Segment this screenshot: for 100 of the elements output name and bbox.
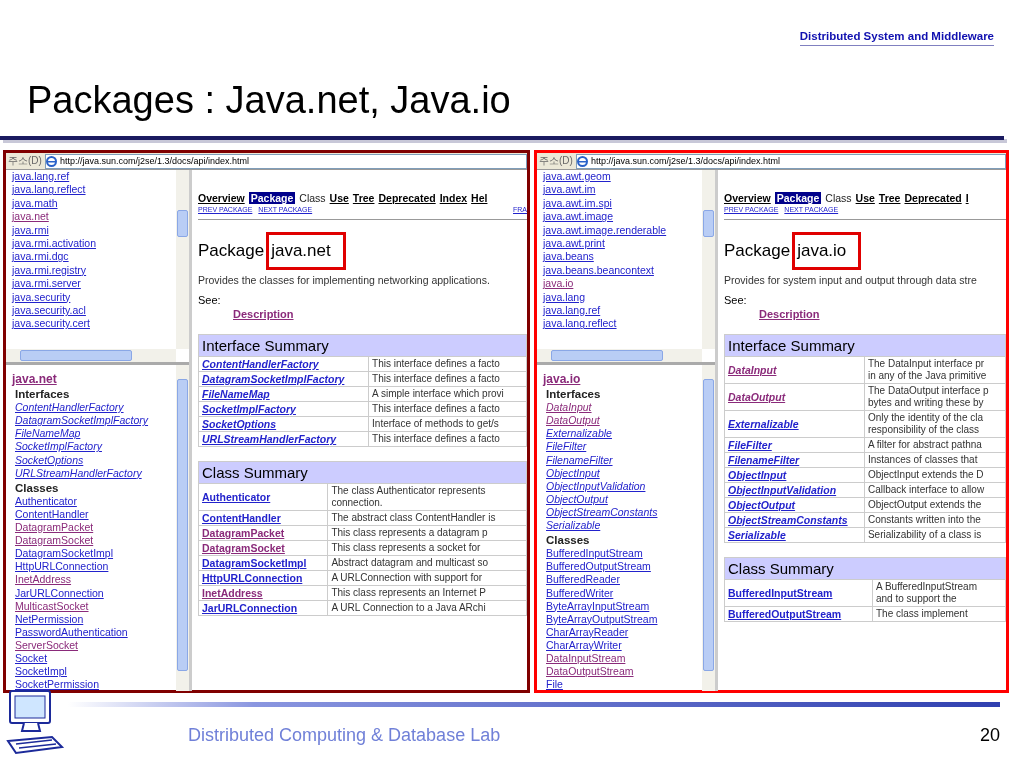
package-link[interactable]: java.security.cert: [12, 317, 90, 331]
class-link[interactable]: BufferedReader: [546, 573, 620, 587]
interface-link[interactable]: SocketImplFactory: [15, 440, 102, 454]
interface-link[interactable]: FileNameMap: [15, 427, 81, 441]
interface-link[interactable]: FilenameFilter: [546, 453, 613, 467]
section-label: Classes: [15, 481, 59, 495]
package-link[interactable]: java.rmi.registry: [12, 263, 87, 278]
class-link[interactable]: DatagramSocketImpl: [15, 547, 114, 561]
address-label: 주소(D): [8, 154, 42, 168]
package-link[interactable]: java.net: [12, 210, 49, 224]
class-link[interactable]: SocketPermission: [15, 678, 100, 691]
package-link[interactable]: java.awt.im: [543, 183, 596, 197]
interface-link[interactable]: ObjectInput: [546, 466, 600, 480]
package-title-link[interactable]: java.io: [543, 373, 581, 387]
class-link[interactable]: DataInputStream: [546, 651, 626, 666]
interface-link[interactable]: DataInput: [546, 401, 592, 415]
class-link[interactable]: Socket: [15, 651, 48, 666]
interface-link[interactable]: Externalizable: [546, 427, 612, 441]
class-link[interactable]: CharArrayReader: [546, 625, 629, 639]
package-link[interactable]: java.awt.print: [543, 237, 605, 251]
package-link[interactable]: java.lang.ref: [12, 170, 70, 184]
class-link[interactable]: HttpURLConnection: [15, 560, 109, 574]
class-link[interactable]: BufferedOutputStream: [546, 560, 651, 574]
package-link[interactable]: java.rmi: [12, 223, 49, 238]
class-link[interactable]: InetAddress: [15, 573, 72, 587]
interface-link[interactable]: ObjectOutput: [546, 492, 608, 506]
nav-link[interactable]: Use: [329, 192, 349, 204]
nav-link[interactable]: Hel: [471, 192, 488, 204]
description-link[interactable]: Description: [759, 308, 820, 320]
class-link[interactable]: BufferedInputStream: [546, 547, 643, 561]
package-title-link[interactable]: java.net: [12, 373, 57, 387]
class-link[interactable]: MulticastSocket: [15, 599, 89, 613]
package-link[interactable]: java.awt.im.spi: [543, 196, 612, 211]
nav-link[interactable]: Deprecated: [378, 192, 436, 204]
package-link[interactable]: java.lang.ref: [543, 304, 601, 318]
interface-link[interactable]: DataOutput: [728, 391, 786, 403]
interface-link[interactable]: ObjectStreamConstants: [546, 505, 658, 520]
nav-link[interactable]: Deprecated: [904, 192, 962, 204]
nav-link[interactable]: I: [965, 192, 969, 204]
class-link[interactable]: File: [546, 678, 563, 691]
address-field[interactable]: http://java.sun.com/j2se/1.3/docs/api/index.html: [575, 153, 1006, 169]
interface-link[interactable]: DataOutput: [546, 414, 600, 428]
nav-link[interactable]: Overview: [198, 192, 245, 204]
class-link[interactable]: SocketImpl: [15, 665, 67, 679]
scrollbar[interactable]: [702, 365, 715, 691]
package-link[interactable]: java.awt.image.renderable: [543, 223, 667, 238]
table-cell: The class Authenticator represents connection.: [327, 483, 527, 511]
package-link[interactable]: java.math: [12, 196, 58, 211]
nav-link[interactable]: Tree: [352, 192, 375, 204]
nav-link[interactable]: Index: [439, 192, 468, 204]
package-link[interactable]: java.lang.reflect: [12, 183, 86, 197]
nav-text: Class: [299, 192, 326, 204]
package-link[interactable]: java.lang: [543, 290, 586, 305]
class-link[interactable]: DataOutputStream: [546, 665, 634, 679]
interface-link[interactable]: SocketOptions: [15, 453, 84, 467]
class-link[interactable]: ByteArrayOutputStream: [546, 612, 658, 626]
nav-tab[interactable]: Package: [774, 192, 822, 204]
package-link[interactable]: java.awt.image: [543, 210, 614, 224]
package-link[interactable]: java.beans: [543, 250, 594, 264]
interface-link[interactable]: FileFilter: [546, 440, 587, 454]
package-link[interactable]: java.rmi.dgc: [12, 250, 69, 264]
nav-link[interactable]: Overview: [724, 192, 771, 204]
class-link[interactable]: BufferedWriter: [546, 586, 614, 600]
class-link[interactable]: ByteArrayInputStream: [546, 599, 650, 613]
class-link[interactable]: DatagramSocket: [15, 534, 94, 548]
nav-tab[interactable]: Package: [248, 192, 296, 204]
table-header: Class Summary: [724, 557, 1006, 580]
package-link[interactable]: java.io: [543, 277, 574, 291]
nav-text: Class: [825, 192, 852, 204]
class-link[interactable]: ContentHandler: [15, 507, 89, 522]
interface-link[interactable]: Serializable: [546, 519, 601, 533]
package-link[interactable]: java.beans.beancontext: [543, 263, 654, 278]
interface-link[interactable]: URLStreamHandlerFactory: [15, 466, 142, 480]
scrollbar[interactable]: [6, 349, 176, 362]
scrollbar[interactable]: [702, 170, 715, 349]
package-link[interactable]: java.rmi.activation: [12, 237, 97, 251]
scrollbar[interactable]: [176, 365, 189, 691]
table-cell: This class represents an Internet P: [327, 585, 527, 601]
package-link[interactable]: java.security: [12, 290, 71, 305]
package-link[interactable]: java.security.acl: [12, 304, 86, 318]
scrollbar[interactable]: [537, 349, 702, 362]
interface-link[interactable]: DataInput: [728, 364, 777, 376]
interface-link[interactable]: ContentHandlerFactory: [15, 401, 124, 415]
package-link[interactable]: java.awt.geom: [543, 170, 611, 184]
nav-link[interactable]: Tree: [878, 192, 901, 204]
package-link[interactable]: java.rmi.server: [12, 277, 81, 291]
class-link[interactable]: ServerSocket: [15, 638, 79, 652]
address-field[interactable]: http://java.sun.com/j2se/1.3/docs/api/index.html: [44, 153, 527, 169]
interface-link[interactable]: ObjectInputValidation: [546, 479, 646, 493]
class-link[interactable]: Authenticator: [15, 494, 77, 508]
description-link[interactable]: Description: [233, 308, 294, 320]
class-link[interactable]: PasswordAuthentication: [15, 625, 128, 639]
class-link[interactable]: CharArrayWriter: [546, 638, 622, 652]
class-link[interactable]: JarURLConnection: [15, 586, 104, 600]
scrollbar[interactable]: [176, 170, 189, 349]
interface-link[interactable]: DatagramSocketImplFactory: [15, 414, 149, 428]
package-link[interactable]: java.lang.reflect: [543, 317, 617, 331]
nav-link[interactable]: Use: [855, 192, 875, 204]
class-link[interactable]: DatagramPacket: [15, 521, 94, 535]
class-link[interactable]: NetPermission: [15, 612, 84, 626]
